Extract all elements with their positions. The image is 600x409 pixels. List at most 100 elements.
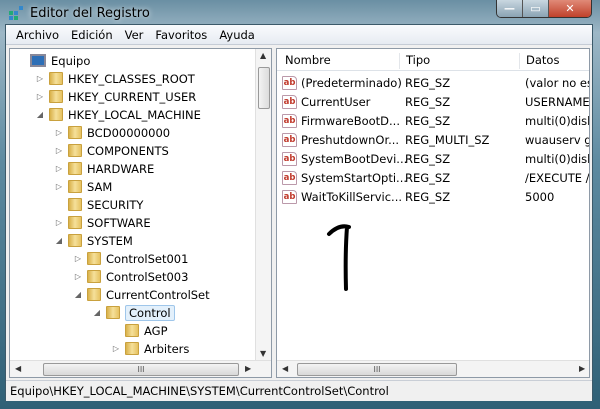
tree-node[interactable]: ◢ Control (92, 304, 175, 321)
tree-node[interactable]: ▷ ControlSet001 (73, 250, 188, 267)
scroll-thumb[interactable]: III (297, 363, 457, 376)
scroll-left-icon[interactable]: ◀ (15, 364, 21, 373)
tree-node[interactable]: ▷ HKEY_CURRENT_USER (35, 88, 196, 105)
expand-toggle-icon[interactable]: ▷ (35, 74, 45, 83)
menu-favoritos[interactable]: Favoritos (149, 28, 213, 42)
value-row[interactable]: ab SystemStartOpti... REG_SZ /EXECUTE /N (277, 168, 589, 187)
expand-toggle-icon[interactable]: ▷ (54, 146, 64, 155)
tree-node-label: AGP (144, 323, 168, 338)
values-pane: Nombre Tipo Datos ab (Predeterminado) RE… (276, 48, 590, 378)
folder-icon (49, 90, 63, 103)
scroll-right-icon[interactable]: ▶ (579, 364, 585, 373)
tree-horizontal-scrollbar[interactable]: ◀ III ▶ (10, 360, 271, 377)
value-type: REG_SZ (405, 113, 451, 128)
scroll-left-icon[interactable]: ◀ (282, 364, 288, 373)
tree-node-label: SAM (87, 179, 113, 194)
client-area: Archivo Edición Ver Favoritos Ayuda Equi… (5, 24, 593, 401)
minimize-button[interactable]: — (497, 0, 523, 17)
tree-node[interactable]: ▷ Arbiters (111, 340, 189, 357)
value-row[interactable]: ab (Predeterminado) REG_SZ (valor no est (277, 73, 589, 92)
status-bar-path: Equipo\HKEY_LOCAL_MACHINE\SYSTEM\Current… (6, 380, 592, 401)
scroll-thumb[interactable]: III (43, 363, 239, 376)
folder-icon (68, 234, 82, 247)
expand-toggle-icon[interactable]: ▷ (73, 272, 83, 281)
tree-node-label: ControlSet003 (106, 269, 189, 284)
value-data: multi(0)disk (525, 113, 590, 128)
value-data: USERNAME (525, 94, 590, 109)
expand-toggle-icon[interactable]: ◢ (92, 308, 102, 317)
value-data: multi(0)disk (525, 151, 590, 166)
column-header-name[interactable]: Nombre (279, 53, 331, 69)
value-type: REG_SZ (405, 75, 451, 90)
close-button[interactable]: ✕ (549, 0, 591, 17)
values-horizontal-scrollbar[interactable]: ◀ III ▶ (277, 360, 589, 377)
scroll-thumb[interactable] (258, 67, 270, 109)
value-name: FirmwareBootD... (301, 113, 400, 128)
tree-vertical-scrollbar[interactable]: ▲ ▼ (255, 49, 271, 362)
string-value-icon: ab (282, 94, 297, 109)
folder-icon (68, 144, 82, 157)
value-row[interactable]: ab SystemBootDevi... REG_SZ multi(0)disk (277, 149, 589, 168)
value-type: REG_SZ (405, 151, 451, 166)
string-value-icon: ab (282, 189, 297, 204)
column-header-data[interactable]: Datos (519, 53, 559, 69)
value-row[interactable]: ab WaitToKillServic... REG_SZ 5000 (277, 187, 589, 206)
value-name: SystemStartOpti... (301, 170, 407, 185)
column-header-type[interactable]: Tipo (399, 53, 430, 69)
folder-icon (106, 306, 120, 319)
menu-ayuda[interactable]: Ayuda (213, 28, 261, 42)
string-value-icon: ab (282, 75, 297, 90)
tree-node[interactable]: ▷ HKEY_CLASSES_ROOT (35, 70, 195, 87)
window-title: Editor del Registro (30, 5, 150, 21)
scroll-right-icon[interactable]: ▶ (245, 364, 251, 373)
expand-toggle-icon[interactable]: ▷ (54, 128, 64, 137)
tree-node[interactable]: AGP (111, 322, 168, 339)
tree-node-label: HKEY_CLASSES_ROOT (68, 71, 195, 86)
tree-node-label: ControlSet001 (106, 251, 189, 266)
tree-node[interactable]: Equipo (16, 52, 90, 69)
value-type: REG_SZ (405, 170, 451, 185)
tree-node[interactable]: SECURITY (54, 196, 143, 213)
value-name: CurrentUser (301, 94, 371, 109)
tree-node[interactable]: ▷ COMPONENTS (54, 142, 169, 159)
expand-toggle-icon[interactable]: ▷ (35, 92, 45, 101)
expand-toggle-icon[interactable]: ▷ (54, 182, 64, 191)
expand-toggle-icon[interactable]: ▷ (54, 218, 64, 227)
maximize-button[interactable]: ▭ (523, 0, 549, 17)
expand-toggle-icon[interactable]: ▷ (111, 344, 121, 353)
tree-node[interactable]: ◢ SYSTEM (54, 232, 133, 249)
tree-node-label: SECURITY (87, 197, 144, 212)
tree-node[interactable]: ▷ SOFTWARE (54, 214, 151, 231)
value-row[interactable]: ab PreshutdownOr... REG_MULTI_SZ wuauser… (277, 130, 589, 149)
tree-node[interactable]: ▷ SAM (54, 178, 112, 195)
menu-edicion[interactable]: Edición (65, 28, 119, 42)
tree-node-label: SYSTEM (87, 233, 133, 248)
value-type: REG_MULTI_SZ (405, 132, 490, 147)
folder-icon (68, 180, 82, 193)
scroll-down-icon[interactable]: ▼ (260, 349, 266, 358)
expand-toggle-icon[interactable]: ▷ (73, 254, 83, 263)
value-name: SystemBootDevi... (301, 151, 408, 166)
folder-icon (125, 324, 139, 337)
expand-toggle-icon[interactable]: ▷ (54, 164, 64, 173)
expand-toggle-icon[interactable]: ◢ (54, 236, 64, 245)
value-row[interactable]: ab FirmwareBootD... REG_SZ multi(0)disk (277, 111, 589, 130)
value-row[interactable]: ab CurrentUser REG_SZ USERNAME (277, 92, 589, 111)
registry-editor-window: Editor del Registro — ▭ ✕ Archivo Edició… (0, 0, 600, 409)
expand-toggle-icon[interactable]: ◢ (35, 110, 45, 119)
folder-icon (49, 108, 63, 121)
tree-node[interactable]: ▷ BCD00000000 (54, 124, 170, 141)
menu-ver[interactable]: Ver (119, 28, 150, 42)
scroll-up-icon[interactable]: ▲ (260, 51, 266, 60)
value-type: REG_SZ (405, 189, 451, 204)
window-controls: — ▭ ✕ (496, 0, 592, 18)
tree-node[interactable]: ◢ CurrentControlSet (73, 286, 210, 303)
expand-toggle-icon[interactable]: ◢ (73, 290, 83, 299)
registry-app-icon (9, 6, 23, 20)
tree-node[interactable]: ▷ ControlSet003 (73, 268, 188, 285)
tree-node-label: BCD00000000 (87, 125, 171, 140)
tree-node[interactable]: ◢ HKEY_LOCAL_MACHINE (35, 106, 201, 123)
menu-bar: Archivo Edición Ver Favoritos Ayuda (6, 25, 592, 45)
menu-archivo[interactable]: Archivo (10, 28, 65, 42)
tree-node[interactable]: ▷ HARDWARE (54, 160, 154, 177)
